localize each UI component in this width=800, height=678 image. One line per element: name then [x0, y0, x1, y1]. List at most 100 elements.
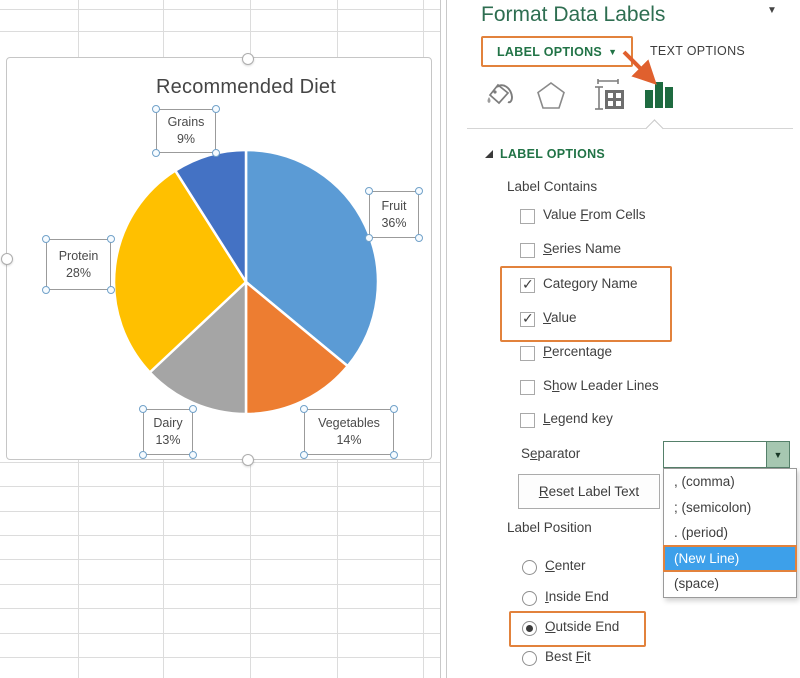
- label-contains-header: Label Contains: [507, 179, 597, 194]
- data-label-text: Vegetables: [318, 415, 380, 432]
- radio-label-best-fit[interactable]: Best Fit: [545, 649, 591, 664]
- selection-handle[interactable]: [152, 149, 160, 157]
- selection-handle[interactable]: [42, 286, 50, 294]
- gridline: [0, 486, 440, 487]
- gridline: [0, 9, 440, 10]
- chevron-down-icon: ▼: [774, 450, 783, 460]
- radio-center[interactable]: [522, 560, 537, 575]
- chart-resize-handle-top[interactable]: [242, 53, 254, 65]
- radio-label-center[interactable]: Center: [545, 558, 586, 573]
- selection-handle[interactable]: [390, 451, 398, 459]
- data-label-protein[interactable]: Protein 28%: [46, 239, 111, 290]
- gridline: [0, 608, 440, 609]
- separator-combobox[interactable]: ▼: [663, 441, 790, 468]
- selection-handle[interactable]: [139, 451, 147, 459]
- selection-handle[interactable]: [42, 235, 50, 243]
- annotation-arrow: [612, 44, 682, 96]
- chart-object[interactable]: Recommended Diet Grains 9% Fruit 36% Pro…: [6, 57, 432, 460]
- section-header-text: LABEL OPTIONS: [500, 147, 605, 161]
- gridline: [0, 462, 440, 463]
- pane-menu-arrow-icon[interactable]: ▼: [767, 5, 777, 16]
- data-label-value: 13%: [155, 432, 180, 449]
- selection-handle[interactable]: [212, 149, 220, 157]
- data-label-text: Grains: [168, 114, 205, 131]
- selection-handle[interactable]: [415, 234, 423, 242]
- combobox-dropdown-button[interactable]: ▼: [766, 442, 789, 467]
- checkbox-label-value[interactable]: Value: [543, 310, 577, 325]
- data-label-fruit[interactable]: Fruit 36%: [369, 191, 419, 238]
- gridline: [0, 633, 440, 634]
- selection-handle[interactable]: [107, 286, 115, 294]
- data-label-value: 9%: [177, 131, 195, 148]
- data-label-text: Protein: [59, 248, 99, 265]
- radio-label-inside-end[interactable]: Inside End: [545, 589, 609, 604]
- section-label-options[interactable]: LABEL OPTIONS: [485, 147, 605, 161]
- selection-handle[interactable]: [212, 105, 220, 113]
- selection-handle[interactable]: [415, 187, 423, 195]
- radio-label-outside-end[interactable]: Outside End: [545, 619, 619, 634]
- gridline: [0, 511, 440, 512]
- selection-handle[interactable]: [189, 405, 197, 413]
- pie-chart: [111, 147, 381, 417]
- radio-inside-end[interactable]: [522, 591, 537, 606]
- data-label-text: Fruit: [382, 198, 407, 215]
- checkbox-legend-key[interactable]: [520, 413, 535, 428]
- gridline: [0, 584, 440, 585]
- gridline: [0, 559, 440, 560]
- checkbox-label-percentage[interactable]: Percentage: [543, 344, 612, 359]
- checkbox-value[interactable]: [520, 312, 535, 327]
- gridline: [0, 535, 440, 536]
- chart-title[interactable]: Recommended Diet: [156, 76, 336, 99]
- dropdown-item-comma[interactable]: , (comma): [664, 469, 796, 495]
- tab-label-options[interactable]: LABEL OPTIONS ▼: [481, 36, 633, 67]
- radio-outside-end[interactable]: [522, 621, 537, 636]
- checkbox-label-category-name[interactable]: Category Name: [543, 276, 638, 291]
- data-label-vegetables[interactable]: Vegetables 14%: [304, 409, 394, 455]
- selection-handle[interactable]: [365, 187, 373, 195]
- format-data-labels-pane: Format Data Labels ▼ LABEL OPTIONS ▼ TEX…: [447, 0, 800, 678]
- checkbox-percentage[interactable]: [520, 346, 535, 361]
- dropdown-item-space[interactable]: (space): [664, 571, 796, 597]
- checkbox-label-series-name[interactable]: Series Name: [543, 241, 621, 256]
- data-label-text: Dairy: [153, 415, 182, 432]
- gridline: [0, 657, 440, 658]
- selection-handle[interactable]: [107, 235, 115, 243]
- checkbox-label-show-leader-lines[interactable]: Show Leader Lines: [543, 378, 659, 393]
- divider: [467, 128, 793, 129]
- radio-best-fit[interactable]: [522, 651, 537, 666]
- pane-title: Format Data Labels: [481, 3, 665, 27]
- selection-handle[interactable]: [300, 405, 308, 413]
- label-position-header: Label Position: [507, 520, 592, 535]
- tab-label-options-text: LABEL OPTIONS: [497, 45, 602, 59]
- dropdown-item-new-line[interactable]: (New Line): [664, 546, 796, 572]
- worksheet-right-boundary: [440, 0, 441, 678]
- separator-dropdown-list: , (comma) ; (semicolon) . (period) (New …: [663, 468, 797, 598]
- data-label-value: 28%: [66, 265, 91, 282]
- data-label-dairy[interactable]: Dairy 13%: [143, 409, 193, 455]
- selection-handle[interactable]: [365, 234, 373, 242]
- data-label-grains[interactable]: Grains 9%: [156, 109, 216, 153]
- reset-label-text-button[interactable]: Reset Label Text: [518, 474, 660, 509]
- fill-line-icon[interactable]: [481, 80, 517, 112]
- checkbox-category-name[interactable]: [520, 278, 535, 293]
- checkbox-value-from-cells[interactable]: [520, 209, 535, 224]
- selection-handle[interactable]: [152, 105, 160, 113]
- dropdown-item-period[interactable]: . (period): [664, 520, 796, 546]
- selection-handle[interactable]: [300, 451, 308, 459]
- data-label-value: 14%: [336, 432, 361, 449]
- checkbox-show-leader-lines[interactable]: [520, 380, 535, 395]
- selection-handle[interactable]: [189, 451, 197, 459]
- chart-resize-handle-left[interactable]: [1, 253, 13, 265]
- checkbox-label-legend-key[interactable]: Legend key: [543, 411, 613, 426]
- collapse-triangle-icon: [485, 150, 493, 158]
- chart-resize-handle-bottom[interactable]: [242, 454, 254, 466]
- effects-pentagon-icon[interactable]: [534, 79, 568, 112]
- dropdown-item-semicolon[interactable]: ; (semicolon): [664, 495, 796, 521]
- separator-label: Separator: [521, 446, 580, 461]
- gridline: [0, 31, 440, 32]
- checkbox-series-name[interactable]: [520, 243, 535, 258]
- selection-handle[interactable]: [139, 405, 147, 413]
- checkbox-label-value-from-cells[interactable]: Value From Cells: [543, 207, 646, 222]
- selected-tab-caret: [645, 119, 663, 137]
- selection-handle[interactable]: [390, 405, 398, 413]
